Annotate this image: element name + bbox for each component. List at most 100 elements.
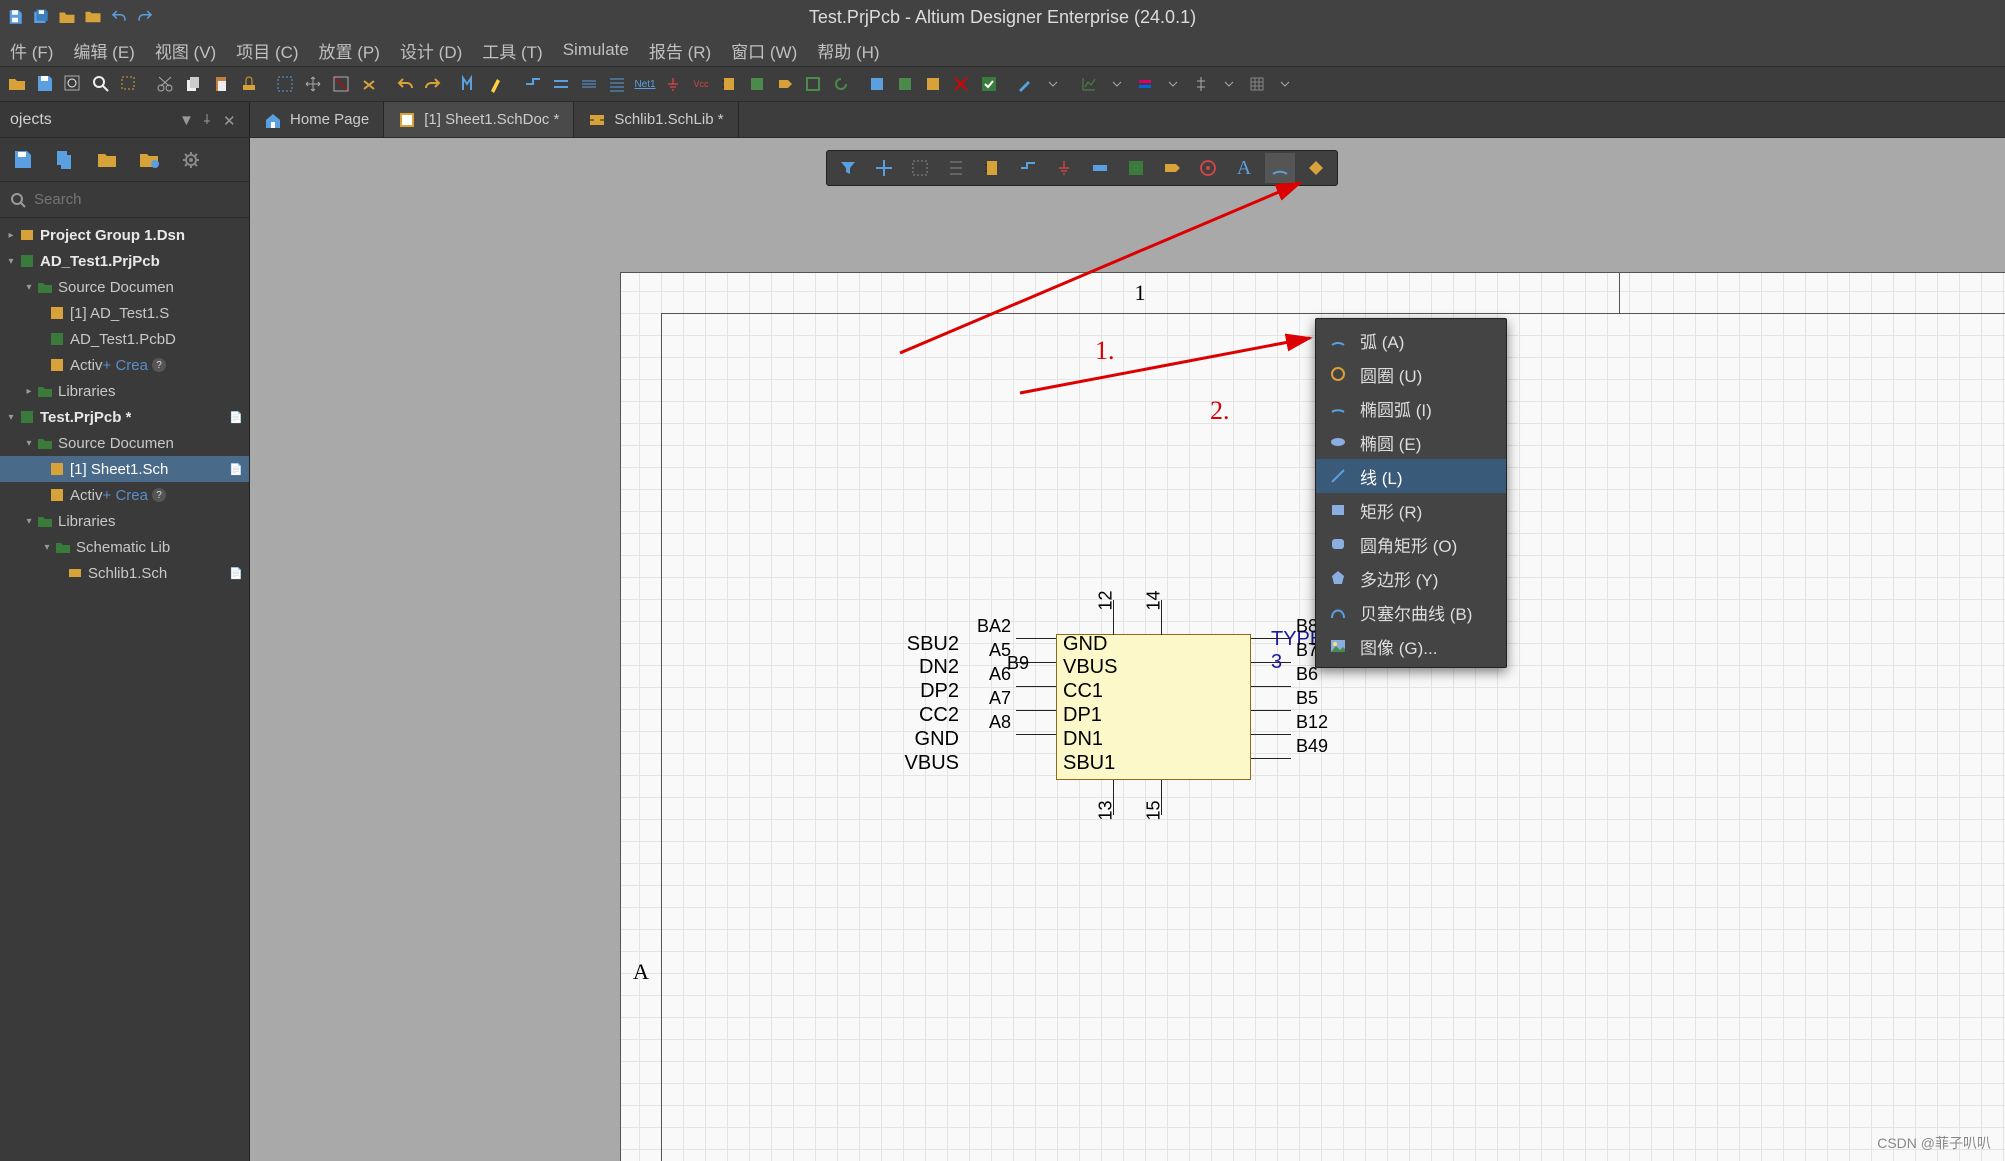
panel-close-icon[interactable]: ✕ [223, 112, 239, 128]
tb-comp2[interactable] [892, 71, 918, 97]
panel-search[interactable] [0, 182, 249, 218]
tb-clear[interactable] [356, 71, 382, 97]
pin-right[interactable]: B6 [1251, 686, 1291, 687]
pin-right[interactable]: B49 [1251, 758, 1291, 759]
tb-port[interactable] [772, 71, 798, 97]
tb-sheet[interactable] [744, 71, 770, 97]
tb-layer[interactable] [1132, 71, 1158, 97]
tb-dropdown4[interactable] [1216, 71, 1242, 97]
tree-p2-schlib1[interactable]: Schlib1.Sch📄 [0, 560, 249, 586]
save-icon[interactable] [4, 6, 26, 28]
panel-compile-icon[interactable] [52, 147, 78, 173]
menu-place[interactable]: 放置 (P) [309, 34, 390, 67]
tree-p2-src[interactable]: ▾Source Documen [0, 430, 249, 456]
folder-open-icon[interactable] [56, 6, 78, 28]
panel-dropdown-icon[interactable]: ▼ [179, 112, 195, 128]
tree-p1-pcb[interactable]: AD_Test1.PcbD [0, 326, 249, 352]
ctx-line[interactable]: 线 (L) [1316, 459, 1506, 493]
panel-gear-icon[interactable] [178, 147, 204, 173]
tree-p1-activ[interactable]: Activ+ Crea? [0, 352, 249, 378]
tb-zoom-fit[interactable] [60, 71, 86, 97]
tb-part[interactable] [716, 71, 742, 97]
panel-folder-icon[interactable] [94, 147, 120, 173]
tree-p1-src[interactable]: ▾Source Documen [0, 274, 249, 300]
tb-dropdown1[interactable] [1040, 71, 1066, 97]
ctx-roundrect[interactable]: 圆角矩形 (O) [1316, 527, 1506, 561]
pin-right[interactable]: B7 [1251, 662, 1291, 663]
pin-left[interactable]: BA2 [1016, 638, 1056, 639]
panel-pin-icon[interactable] [201, 112, 217, 128]
ctx-image[interactable]: 图像 (G)... [1316, 629, 1506, 663]
tb-dropdown2[interactable] [1104, 71, 1130, 97]
tb-bus[interactable] [548, 71, 574, 97]
canvas[interactable]: A 12 A TYPEC-3 12 14 BA2GND A5VBUS B9 A6… [250, 138, 2005, 1161]
menu-window[interactable]: 窗口 (W) [721, 34, 807, 67]
menu-design[interactable]: 设计 (D) [390, 34, 472, 67]
tb-copy[interactable] [180, 71, 206, 97]
tree-p2-lib[interactable]: ▾Libraries [0, 508, 249, 534]
ctx-earc[interactable]: 椭圆弧 (I) [1316, 391, 1506, 425]
menu-edit[interactable]: 编辑 (E) [63, 34, 144, 67]
tb-save[interactable] [32, 71, 58, 97]
tb-refresh[interactable] [828, 71, 854, 97]
tb-zoom-area[interactable] [88, 71, 114, 97]
tb-deselect[interactable] [328, 71, 354, 97]
folder-icon[interactable] [82, 6, 104, 28]
tb-grid-tog[interactable] [1244, 71, 1270, 97]
tb-comp1[interactable] [864, 71, 890, 97]
menu-help[interactable]: 帮助 (H) [807, 34, 889, 67]
menu-file[interactable]: 件 (F) [0, 34, 63, 67]
schematic-sheet[interactable]: 12 A TYPEC-3 12 14 BA2GND A5VBUS B9 A6CC… [620, 272, 2005, 1161]
tb-grid[interactable] [456, 71, 482, 97]
tb-chart[interactable] [1076, 71, 1102, 97]
tb-netlabel[interactable]: Net1 [632, 71, 658, 97]
redo-icon[interactable] [134, 6, 156, 28]
pin-right[interactable]: B5 [1251, 710, 1291, 711]
tab-schlib[interactable]: Schlib1.SchLib * [574, 102, 738, 137]
tree-p2-schlib-folder[interactable]: ▾Schematic Lib [0, 534, 249, 560]
pin-right[interactable]: B12 [1251, 734, 1291, 735]
menu-tools[interactable]: 工具 (T) [472, 34, 552, 67]
menu-view[interactable]: 视图 (V) [145, 34, 226, 67]
tab-sheet[interactable]: [1] Sheet1.SchDoc * [384, 102, 574, 137]
tb-bus-entry[interactable] [576, 71, 602, 97]
ftb-filter[interactable] [833, 153, 863, 183]
ctx-arc[interactable]: 弧 (A) [1316, 323, 1506, 357]
tb-dropdown5[interactable] [1272, 71, 1298, 97]
tb-move[interactable] [300, 71, 326, 97]
panel-save-icon[interactable] [10, 147, 36, 173]
tree-p1-sch[interactable]: [1] AD_Test1.S [0, 300, 249, 326]
tb-device[interactable] [800, 71, 826, 97]
tb-dropdown3[interactable] [1160, 71, 1186, 97]
tb-highlight[interactable] [484, 71, 510, 97]
tb-select[interactable] [272, 71, 298, 97]
tb-gnd[interactable] [660, 71, 686, 97]
pin-left[interactable]: A8 [1016, 734, 1056, 735]
tb-undo2[interactable] [392, 71, 418, 97]
tree-group[interactable]: ▸Project Group 1.Dsn [0, 222, 249, 248]
tb-compile[interactable] [976, 71, 1002, 97]
tb-cut[interactable] [152, 71, 178, 97]
panel-folder2-icon[interactable] [136, 147, 162, 173]
ctx-polygon[interactable]: 多边形 (Y) [1316, 561, 1506, 595]
help-icon[interactable]: ? [152, 488, 166, 502]
tb-open[interactable] [4, 71, 30, 97]
tb-stamp[interactable] [236, 71, 262, 97]
tb-align[interactable] [1188, 71, 1214, 97]
pin-left[interactable]: A7 [1016, 710, 1056, 711]
help-icon[interactable]: ? [152, 358, 166, 372]
tb-vcc[interactable]: Vcc [688, 71, 714, 97]
tree-p2[interactable]: ▾Test.PrjPcb *📄 [0, 404, 249, 430]
menu-simulate[interactable]: Simulate [553, 36, 639, 64]
tb-nox[interactable] [948, 71, 974, 97]
menu-project[interactable]: 项目 (C) [226, 34, 308, 67]
tb-pencil[interactable] [1012, 71, 1038, 97]
tb-comp3[interactable] [920, 71, 946, 97]
tree-p2-activ[interactable]: Activ+ Crea? [0, 482, 249, 508]
ctx-rect[interactable]: 矩形 (R) [1316, 493, 1506, 527]
pin-left[interactable]: A6 [1016, 686, 1056, 687]
tb-harness[interactable] [604, 71, 630, 97]
tb-wire[interactable] [520, 71, 546, 97]
tree-p2-sch[interactable]: [1] Sheet1.Sch📄 [0, 456, 249, 482]
menu-report[interactable]: 报告 (R) [639, 34, 721, 67]
